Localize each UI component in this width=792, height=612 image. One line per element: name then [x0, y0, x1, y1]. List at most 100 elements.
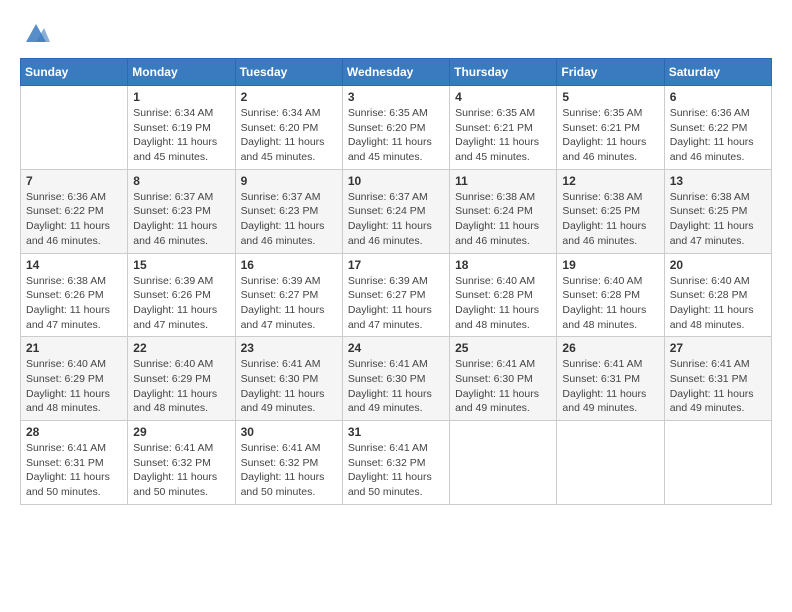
- calendar-cell: 18Sunrise: 6:40 AMSunset: 6:28 PMDayligh…: [450, 253, 557, 337]
- weekday-header-wednesday: Wednesday: [342, 59, 449, 86]
- day-number: 30: [241, 425, 337, 439]
- day-detail: Sunrise: 6:34 AMSunset: 6:20 PMDaylight:…: [241, 106, 337, 165]
- calendar-cell: [450, 421, 557, 505]
- calendar-cell: 23 Sunrise: 6:41 AMSunset: 6:30 PMDayligh…: [235, 337, 342, 421]
- calendar-cell: 27 Sunrise: 6:41 AMSunset: 6:31 PMDayligh…: [664, 337, 771, 421]
- day-number: 26: [562, 341, 658, 355]
- calendar-cell: 12 Sunrise: 6:38 AMSunset: 6:25 PMDayligh…: [557, 169, 664, 253]
- day-number: 9: [241, 174, 337, 188]
- day-detail: Sunrise: 6:41 AMSunset: 6:32 PMDaylight:…: [348, 441, 444, 500]
- page-header: [20, 20, 772, 48]
- calendar-cell: [664, 421, 771, 505]
- calendar-cell: 31 Sunrise: 6:41 AMSunset: 6:32 PMDayligh…: [342, 421, 449, 505]
- day-detail: Sunrise: 6:39 AMSunset: 6:27 PMDaylight:…: [348, 274, 444, 333]
- day-detail: Sunrise: 6:41 AMSunset: 6:32 PMDaylight:…: [133, 441, 229, 500]
- calendar-cell: 13Sunrise: 6:38 AMSunset: 6:25 PMDayligh…: [664, 169, 771, 253]
- day-number: 20: [670, 258, 766, 272]
- weekday-header-thursday: Thursday: [450, 59, 557, 86]
- day-number: 12: [562, 174, 658, 188]
- calendar-cell: 16 Sunrise: 6:39 AMSunset: 6:27 PMDayligh…: [235, 253, 342, 337]
- calendar-cell: 9 Sunrise: 6:37 AMSunset: 6:23 PMDaylight…: [235, 169, 342, 253]
- calendar-cell: [557, 421, 664, 505]
- day-detail: Sunrise: 6:41 AMSunset: 6:31 PMDaylight:…: [562, 357, 658, 416]
- day-detail: Sunrise: 6:40 AMSunset: 6:29 PMDaylight:…: [26, 357, 122, 416]
- calendar-cell: 1Sunrise: 6:34 AMSunset: 6:19 PMDaylight…: [128, 86, 235, 170]
- day-detail: Sunrise: 6:41 AMSunset: 6:31 PMDaylight:…: [670, 357, 766, 416]
- day-detail: Sunrise: 6:37 AMSunset: 6:23 PMDaylight:…: [241, 190, 337, 249]
- calendar-table: SundayMondayTuesdayWednesdayThursdayFrid…: [20, 58, 772, 505]
- day-number: 25: [455, 341, 551, 355]
- day-number: 8: [133, 174, 229, 188]
- day-number: 16: [241, 258, 337, 272]
- calendar-cell: 29 Sunrise: 6:41 AMSunset: 6:32 PMDayligh…: [128, 421, 235, 505]
- day-number: 21: [26, 341, 122, 355]
- day-detail: Sunrise: 6:37 AMSunset: 6:23 PMDaylight:…: [133, 190, 229, 249]
- day-detail: Sunrise: 6:38 AMSunset: 6:25 PMDaylight:…: [562, 190, 658, 249]
- day-number: 28: [26, 425, 122, 439]
- day-number: 19: [562, 258, 658, 272]
- day-detail: Sunrise: 6:38 AMSunset: 6:25 PMDaylight:…: [670, 190, 766, 249]
- day-detail: Sunrise: 6:39 AMSunset: 6:27 PMDaylight:…: [241, 274, 337, 333]
- day-number: 5: [562, 90, 658, 104]
- day-detail: Sunrise: 6:38 AMSunset: 6:24 PMDaylight:…: [455, 190, 551, 249]
- day-detail: Sunrise: 6:37 AMSunset: 6:24 PMDaylight:…: [348, 190, 444, 249]
- calendar-cell: 24 Sunrise: 6:41 AMSunset: 6:30 PMDayligh…: [342, 337, 449, 421]
- calendar-cell: 19 Sunrise: 6:40 AMSunset: 6:28 PMDayligh…: [557, 253, 664, 337]
- week-row-1: 1Sunrise: 6:34 AMSunset: 6:19 PMDaylight…: [21, 86, 772, 170]
- weekday-header-saturday: Saturday: [664, 59, 771, 86]
- calendar-cell: 10 Sunrise: 6:37 AMSunset: 6:24 PMDayligh…: [342, 169, 449, 253]
- calendar-cell: 7 Sunrise: 6:36 AMSunset: 6:22 PMDaylight…: [21, 169, 128, 253]
- day-number: 2: [241, 90, 337, 104]
- weekday-header-friday: Friday: [557, 59, 664, 86]
- calendar-cell: 15 Sunrise: 6:39 AMSunset: 6:26 PMDayligh…: [128, 253, 235, 337]
- day-number: 11: [455, 174, 551, 188]
- day-number: 10: [348, 174, 444, 188]
- day-number: 4: [455, 90, 551, 104]
- day-detail: Sunrise: 6:35 AMSunset: 6:21 PMDaylight:…: [455, 106, 551, 165]
- calendar-cell: 5 Sunrise: 6:35 AMSunset: 6:21 PMDaylight…: [557, 86, 664, 170]
- week-row-3: 14Sunrise: 6:38 AMSunset: 6:26 PMDayligh…: [21, 253, 772, 337]
- day-number: 18: [455, 258, 551, 272]
- day-number: 24: [348, 341, 444, 355]
- weekday-header-sunday: Sunday: [21, 59, 128, 86]
- day-number: 3: [348, 90, 444, 104]
- logo-icon: [22, 20, 50, 48]
- day-number: 27: [670, 341, 766, 355]
- day-number: 6: [670, 90, 766, 104]
- day-detail: Sunrise: 6:41 AMSunset: 6:32 PMDaylight:…: [241, 441, 337, 500]
- day-number: 15: [133, 258, 229, 272]
- calendar-cell: [21, 86, 128, 170]
- day-detail: Sunrise: 6:40 AMSunset: 6:28 PMDaylight:…: [670, 274, 766, 333]
- calendar-cell: 2 Sunrise: 6:34 AMSunset: 6:20 PMDaylight…: [235, 86, 342, 170]
- weekday-header-row: SundayMondayTuesdayWednesdayThursdayFrid…: [21, 59, 772, 86]
- calendar-cell: 21 Sunrise: 6:40 AMSunset: 6:29 PMDayligh…: [21, 337, 128, 421]
- logo: [20, 20, 50, 48]
- calendar-cell: 4 Sunrise: 6:35 AMSunset: 6:21 PMDaylight…: [450, 86, 557, 170]
- week-row-2: 7 Sunrise: 6:36 AMSunset: 6:22 PMDaylight…: [21, 169, 772, 253]
- calendar-cell: 26 Sunrise: 6:41 AMSunset: 6:31 PMDayligh…: [557, 337, 664, 421]
- calendar-cell: 11 Sunrise: 6:38 AMSunset: 6:24 PMDayligh…: [450, 169, 557, 253]
- day-detail: Sunrise: 6:40 AMSunset: 6:28 PMDaylight:…: [562, 274, 658, 333]
- calendar-cell: 30 Sunrise: 6:41 AMSunset: 6:32 PMDayligh…: [235, 421, 342, 505]
- calendar-cell: 14Sunrise: 6:38 AMSunset: 6:26 PMDayligh…: [21, 253, 128, 337]
- day-detail: Sunrise: 6:41 AMSunset: 6:31 PMDaylight:…: [26, 441, 122, 500]
- week-row-4: 21 Sunrise: 6:40 AMSunset: 6:29 PMDayligh…: [21, 337, 772, 421]
- day-number: 23: [241, 341, 337, 355]
- day-detail: Sunrise: 6:41 AMSunset: 6:30 PMDaylight:…: [241, 357, 337, 416]
- day-detail: Sunrise: 6:41 AMSunset: 6:30 PMDaylight:…: [348, 357, 444, 416]
- calendar-cell: 8 Sunrise: 6:37 AMSunset: 6:23 PMDaylight…: [128, 169, 235, 253]
- day-detail: Sunrise: 6:36 AMSunset: 6:22 PMDaylight:…: [26, 190, 122, 249]
- day-number: 29: [133, 425, 229, 439]
- day-detail: Sunrise: 6:36 AMSunset: 6:22 PMDaylight:…: [670, 106, 766, 165]
- weekday-header-tuesday: Tuesday: [235, 59, 342, 86]
- calendar-cell: 22Sunrise: 6:40 AMSunset: 6:29 PMDayligh…: [128, 337, 235, 421]
- day-number: 17: [348, 258, 444, 272]
- day-detail: Sunrise: 6:35 AMSunset: 6:20 PMDaylight:…: [348, 106, 444, 165]
- day-detail: Sunrise: 6:34 AMSunset: 6:19 PMDaylight:…: [133, 106, 229, 165]
- day-detail: Sunrise: 6:39 AMSunset: 6:26 PMDaylight:…: [133, 274, 229, 333]
- day-detail: Sunrise: 6:35 AMSunset: 6:21 PMDaylight:…: [562, 106, 658, 165]
- calendar-cell: 17 Sunrise: 6:39 AMSunset: 6:27 PMDayligh…: [342, 253, 449, 337]
- calendar-cell: 20 Sunrise: 6:40 AMSunset: 6:28 PMDayligh…: [664, 253, 771, 337]
- day-number: 7: [26, 174, 122, 188]
- day-number: 31: [348, 425, 444, 439]
